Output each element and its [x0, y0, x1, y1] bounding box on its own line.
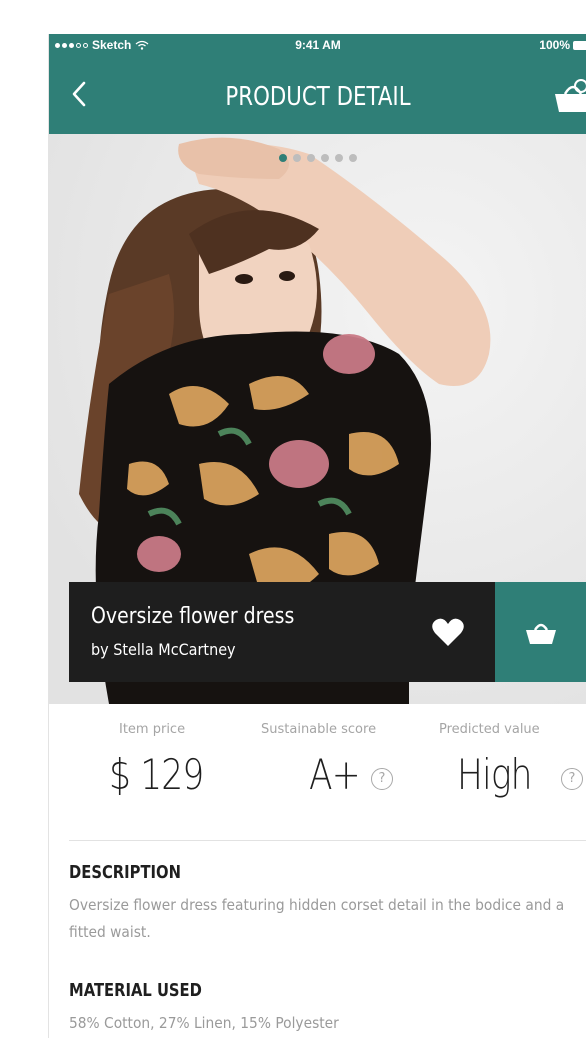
battery-icon: [573, 40, 586, 50]
status-right: 100%: [539, 38, 586, 52]
pager-dot[interactable]: [307, 154, 315, 162]
metric-item-price: Item price $ 129: [49, 720, 229, 820]
page-title: PRODUCT DETAIL: [225, 82, 411, 112]
heart-icon: [432, 618, 464, 646]
help-icon[interactable]: ?: [561, 768, 583, 790]
material-heading: MATERIAL USED: [69, 980, 202, 1001]
metric-label: Predicted value: [439, 722, 540, 737]
shopping-basket-icon: [526, 623, 556, 644]
cart-button[interactable]: [551, 76, 586, 116]
help-icon[interactable]: ?: [371, 768, 393, 790]
product-brand: by Stella McCartney: [91, 640, 236, 659]
pager-dot[interactable]: [321, 154, 329, 162]
page: Sketch 9:41 AM 100% PRODUCT DETAIL Overs…: [0, 0, 586, 1038]
product-info: Oversize flower dress by Stella McCartne…: [69, 582, 495, 682]
pager-dot[interactable]: [293, 154, 301, 162]
chevron-left-icon: [72, 81, 86, 107]
status-bar: Sketch 9:41 AM 100%: [49, 34, 586, 56]
description-heading: DESCRIPTION: [69, 862, 181, 883]
product-name: Oversize flower dress: [91, 604, 295, 629]
back-button[interactable]: [59, 74, 99, 114]
battery-label: 100%: [539, 38, 570, 52]
nav-bar: PRODUCT DETAIL: [49, 56, 586, 134]
favorite-button[interactable]: [431, 616, 465, 648]
metric-label: Sustainable score: [261, 722, 377, 737]
product-bar: Oversize flower dress by Stella McCartne…: [69, 582, 586, 682]
divider: [69, 840, 586, 841]
pager-dot[interactable]: [279, 154, 287, 162]
metric-value: $ 129: [109, 750, 204, 799]
metric-sustainable-score: Sustainable score A+ ?: [229, 720, 409, 820]
material-text: 58% Cotton, 27% Linen, 15% Polyester: [69, 1014, 339, 1032]
status-time: 9:41 AM: [295, 38, 341, 52]
phone-screen: Sketch 9:41 AM 100% PRODUCT DETAIL Overs…: [48, 34, 586, 1038]
metric-predicted-value: Predicted value High ?: [409, 720, 586, 820]
pager-dot[interactable]: [349, 154, 357, 162]
product-metrics: Item price $ 129 Sustainable score A+ ? …: [49, 720, 586, 820]
description-text: Oversize flower dress featuring hidden c…: [69, 896, 565, 941]
gallery-pager: [279, 154, 357, 162]
pager-dot[interactable]: [335, 154, 343, 162]
metric-value: A+: [309, 750, 361, 799]
shopping-basket-icon: [555, 79, 586, 112]
metric-value: High: [457, 750, 533, 799]
metric-label: Item price: [119, 722, 186, 737]
add-to-cart-button[interactable]: [495, 582, 586, 682]
